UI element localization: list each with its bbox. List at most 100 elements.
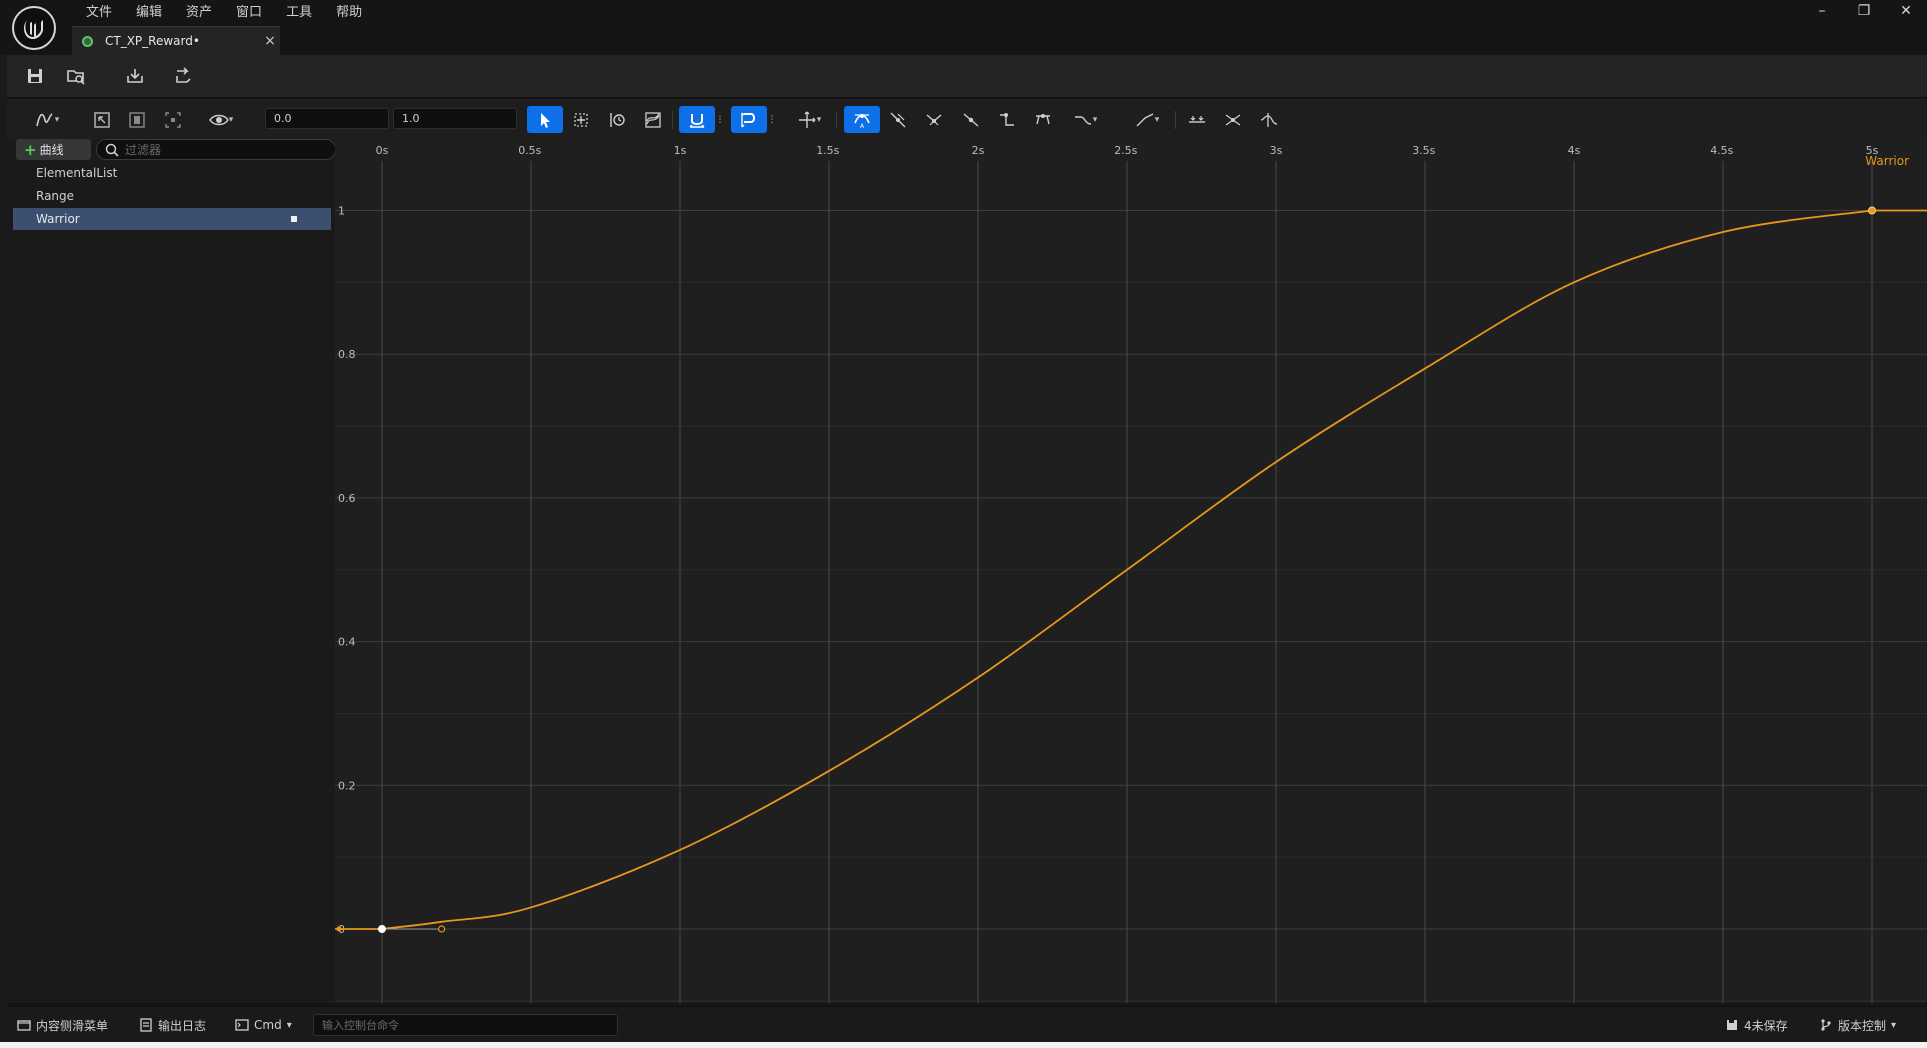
y-tick-label: 0.4 (338, 636, 356, 649)
tree-item-range[interactable]: Range (13, 185, 331, 207)
x-tick-label: 4s (1568, 144, 1581, 157)
time-start-field[interactable]: 0.0 (265, 108, 389, 129)
time-end-field[interactable]: 1.0 (393, 108, 517, 129)
document-tab[interactable]: CT_XP_Reward• × (72, 26, 280, 55)
post-infinity-icon[interactable]: ▾ (1125, 106, 1169, 133)
content-drawer-label: 内容侧滑菜单 (36, 1018, 109, 1033)
curve-key[interactable] (1868, 206, 1876, 215)
weighted-tangent-icon[interactable] (1029, 106, 1057, 133)
source-control-button[interactable]: 版本控制 ▾ (1819, 1015, 1896, 1035)
chevron-down-icon: ▾ (1092, 114, 1098, 125)
frame-selection-icon[interactable] (89, 106, 115, 133)
tab-title: CT_XP_Reward• (105, 34, 200, 48)
chevron-down-icon: ▾ (228, 114, 234, 125)
y-tick-label: 0.6 (338, 492, 356, 505)
x-tick-label: 4.5s (1710, 144, 1733, 157)
linear-tangent-icon[interactable] (957, 106, 985, 133)
save-icon[interactable] (21, 63, 49, 89)
break-tangent-icon[interactable] (920, 106, 948, 133)
snap-time-options[interactable]: ⋮ (715, 106, 725, 133)
snap-time-icon[interactable] (679, 106, 715, 133)
x-tick-label: 2.5s (1114, 144, 1137, 157)
search-icon (105, 143, 119, 157)
cmd-label: Cmd (254, 1018, 282, 1032)
y-tick-label: 1 (338, 205, 345, 218)
left-edge-strip (0, 0, 7, 1048)
filter-icon[interactable] (1255, 106, 1283, 133)
menu-file[interactable]: 文件 (74, 2, 124, 22)
content-drawer-icon (17, 1020, 31, 1031)
import-icon[interactable] (121, 63, 149, 89)
source-control-label: 版本控制 (1838, 1018, 1887, 1033)
filter-input[interactable] (125, 142, 325, 157)
curve-key[interactable] (378, 925, 386, 933)
content-drawer-button[interactable]: 内容侧滑菜单 (17, 1015, 108, 1035)
cmd-dropdown[interactable]: Cmd ▾ (235, 1015, 292, 1035)
menu-tools[interactable]: 工具 (274, 2, 324, 22)
svg-text:A: A (860, 123, 865, 130)
filter-search-box[interactable] (96, 139, 336, 160)
flatten-icon[interactable] (1183, 106, 1211, 133)
minimize-button[interactable]: – (1801, 0, 1843, 22)
chevron-down-icon: ▾ (54, 114, 60, 125)
auto-tangent-icon[interactable]: A (844, 106, 880, 133)
x-tick-label: 1s (674, 144, 687, 157)
snap-value-icon[interactable] (731, 106, 767, 133)
console-command-box[interactable] (313, 1014, 618, 1036)
tree-item-warrior[interactable]: Warrior (13, 208, 331, 230)
console-command-input[interactable] (322, 1015, 612, 1035)
visibility-icon[interactable]: ▾ (201, 106, 241, 133)
tangent-handle (437, 925, 446, 933)
add-curve-button[interactable]: + 曲线 (16, 139, 91, 160)
chevron-down-icon: ▾ (816, 114, 822, 125)
curve-key-indicator (291, 216, 297, 222)
tree-item-label: ElementalList (36, 166, 118, 180)
menu-help[interactable]: 帮助 (324, 2, 374, 22)
straighten-icon[interactable] (1219, 106, 1247, 133)
tree-item-label: Range (36, 189, 75, 203)
browse-icon[interactable] (62, 63, 90, 89)
title-bar: 文件 编辑 资产 窗口 工具 帮助 CT_XP_Reward• × – ❐ ✕ (0, 0, 1927, 55)
tangent-visibility-icon[interactable]: ▾ (789, 106, 829, 133)
source-control-icon (1821, 1019, 1831, 1031)
window-controls: – ❐ ✕ (1801, 0, 1927, 22)
main-menu: 文件 编辑 资产 窗口 工具 帮助 (74, 2, 374, 22)
pre-infinity-marker (336, 926, 342, 932)
x-tick-label: 3s (1270, 144, 1283, 157)
plus-icon: + (24, 140, 37, 159)
asset-toolbar (7, 55, 1927, 98)
frame-horizontal-icon[interactable] (124, 106, 150, 133)
curve-graph[interactable]: 0 0.2 0.4 0.6 0.8 1 0s 0.5s 1s 1.5s 2s 2.5s 3s 3.5s 4s… (335, 139, 1927, 1003)
menu-window[interactable]: 窗口 (224, 2, 274, 22)
retime-tool-icon[interactable] (603, 106, 631, 133)
user-tangent-icon[interactable] (884, 106, 912, 133)
unsaved-button[interactable]: 4未保存 (1725, 1015, 1788, 1035)
select-tool-icon[interactable] (527, 106, 563, 133)
tree-item-elementallist[interactable]: ElementalList (13, 162, 331, 184)
output-log-button[interactable]: 输出日志 (139, 1015, 206, 1035)
y-tick-label: 0.8 (338, 348, 356, 361)
curve-view-mode-icon[interactable]: ▾ (27, 106, 67, 133)
constant-tangent-icon[interactable] (993, 106, 1021, 133)
export-icon[interactable] (169, 63, 197, 89)
x-tick-label: 0.5s (518, 144, 541, 157)
curve-editor-toolbar: ▾ ▾ 0.0 1.0 ⋮ ⋮ ▾ A ▾ ▾ (7, 99, 1927, 139)
menu-asset[interactable]: 资产 (174, 2, 224, 22)
close-window-button[interactable]: ✕ (1885, 0, 1927, 22)
curve-graph-canvas[interactable]: 00.20.40.60.810s 0.5s 1s 1.5s 2s 2.5s 3s 3.5s 4s… (335, 139, 1927, 1003)
tab-close-button[interactable]: × (260, 33, 280, 49)
terminal-icon (235, 1019, 249, 1031)
multi-scale-tool-icon[interactable] (639, 106, 667, 133)
unsaved-label: 4未保存 (1744, 1018, 1788, 1033)
chevron-down-icon: ▾ (1891, 1019, 1897, 1031)
tree-item-label: Warrior (36, 212, 80, 226)
restore-button[interactable]: ❐ (1843, 0, 1885, 22)
menu-edit[interactable]: 编辑 (124, 2, 174, 22)
chevron-down-icon: ▾ (1154, 114, 1160, 125)
curve-label: Warrior (1865, 154, 1909, 168)
unreal-logo-icon[interactable] (12, 6, 56, 50)
snap-value-options[interactable]: ⋮ (767, 106, 777, 133)
pre-infinity-icon[interactable]: ▾ (1065, 106, 1105, 133)
transform-tool-icon[interactable] (567, 106, 595, 133)
frame-vertical-icon[interactable] (160, 106, 186, 133)
